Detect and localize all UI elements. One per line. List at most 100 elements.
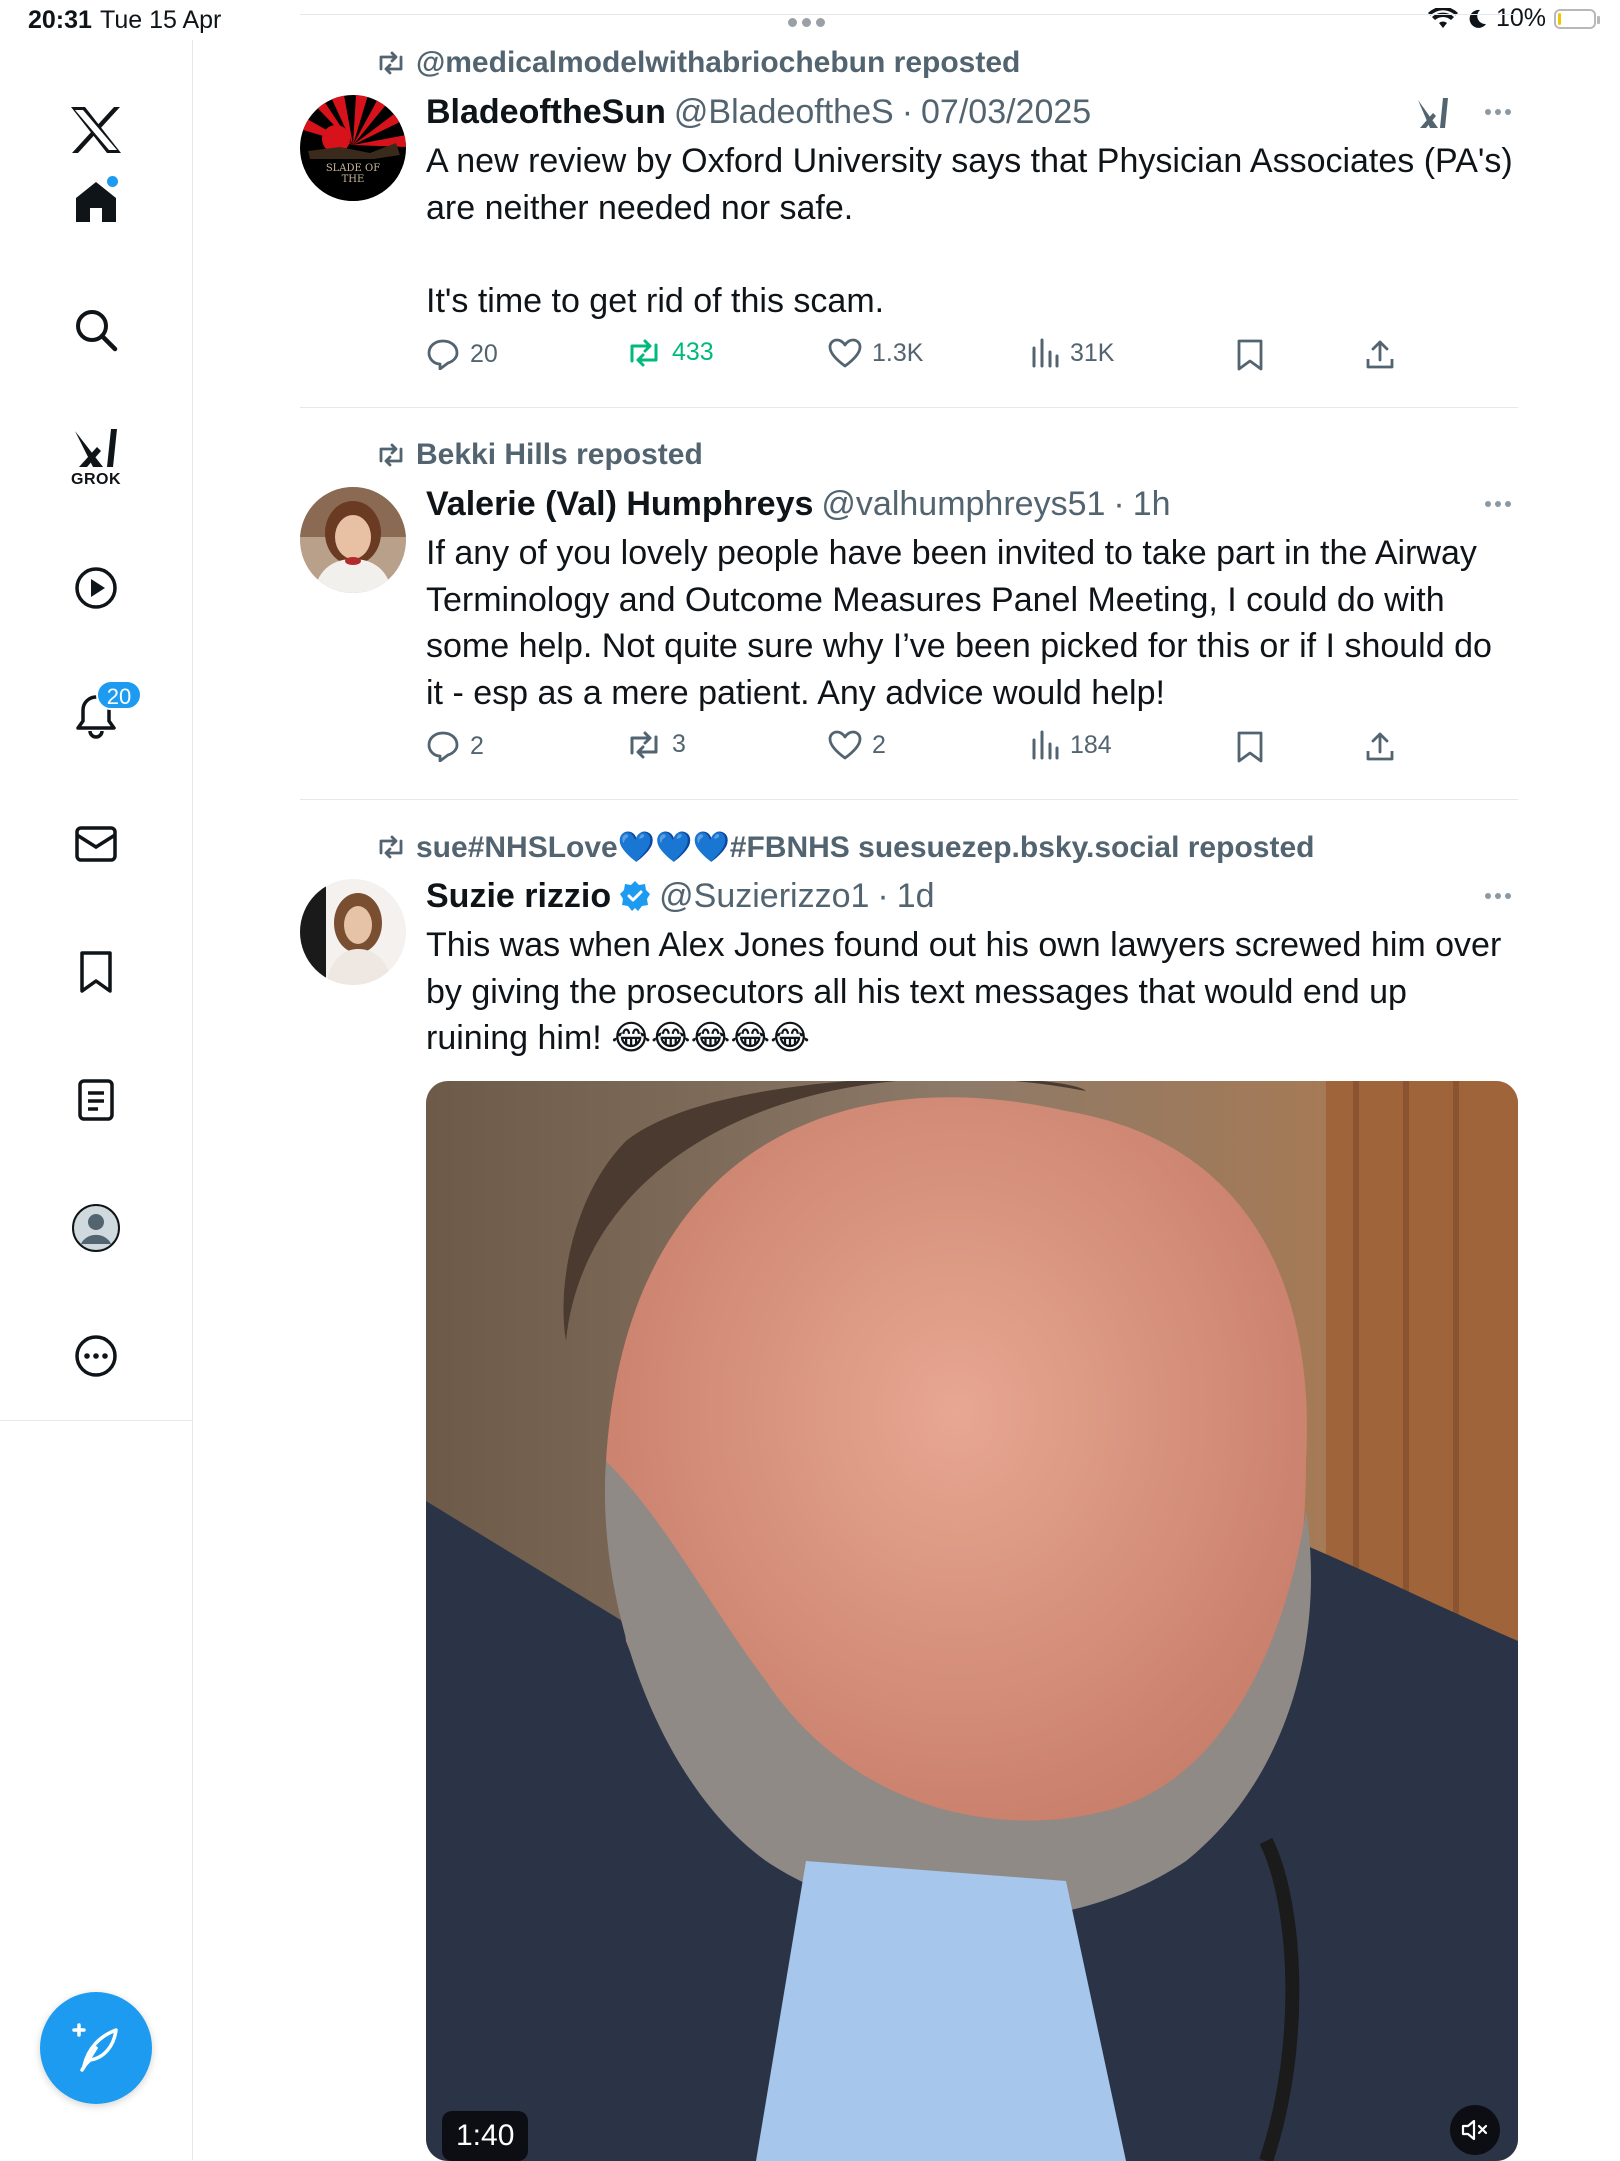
author-name[interactable]: BladeoftheSun xyxy=(426,93,666,132)
separator-dot: · xyxy=(877,876,889,915)
avatar-text: SLADE OF THE xyxy=(325,163,381,185)
reply-count: 20 xyxy=(470,339,498,368)
share-button[interactable] xyxy=(1364,338,1396,370)
status-time: 20:31 xyxy=(28,6,92,34)
like-button[interactable]: 2 xyxy=(828,730,886,760)
compose-feather-icon xyxy=(72,2023,118,2072)
tweet-divider xyxy=(300,407,1518,408)
author-handle[interactable]: @BladeoftheS xyxy=(674,93,894,132)
feed-top-divider xyxy=(300,14,1518,15)
sidebar-item-home[interactable] xyxy=(56,162,136,242)
more-circle-icon xyxy=(75,1335,117,1377)
views-button[interactable]: 31K xyxy=(1030,338,1114,368)
verified-badge-icon xyxy=(620,881,651,911)
tweet-header: Suzie rizzio @Suzierizzo1 · 1d xyxy=(426,876,935,916)
repost-count: 3 xyxy=(672,730,686,758)
sidebar-nav: GROK 20 xyxy=(0,40,193,1420)
reply-button[interactable]: 2 xyxy=(426,730,484,762)
mail-icon xyxy=(75,826,117,862)
tweet-time[interactable]: 1d xyxy=(897,877,935,916)
bar-chart-icon xyxy=(1032,730,1059,760)
x-logo-icon[interactable] xyxy=(56,90,136,170)
repost-context-text: Bekki Hills reposted xyxy=(416,438,703,471)
search-icon xyxy=(76,310,118,352)
grok-label: GROK xyxy=(71,471,121,488)
bookmark-button[interactable] xyxy=(1236,730,1264,764)
avatar[interactable]: SLADE OF THE xyxy=(300,95,406,201)
avatar[interactable] xyxy=(300,879,406,985)
mute-button[interactable] xyxy=(1450,2105,1500,2155)
repost-context[interactable]: Bekki Hills reposted xyxy=(376,437,703,473)
like-button[interactable]: 1.3K xyxy=(828,338,923,368)
author-name[interactable]: Suzie rizzio xyxy=(426,877,611,916)
reply-icon xyxy=(427,731,459,762)
author-name[interactable]: Valerie (Val) Humphreys xyxy=(426,485,813,524)
sidebar-item-grok[interactable]: GROK xyxy=(56,418,136,498)
status-bar: 20:31 Tue 15 Apr 10% xyxy=(0,0,1620,40)
sidebar-border xyxy=(192,1420,193,2160)
tweet-header: Valerie (Val) Humphreys @valhumphreys51 … xyxy=(426,484,1171,524)
sidebar-item-video[interactable] xyxy=(56,548,136,628)
sidebar-item-more[interactable] xyxy=(56,1316,136,1396)
repost-icon xyxy=(379,835,403,859)
view-count: 184 xyxy=(1070,730,1112,759)
repost-count: 433 xyxy=(672,338,714,366)
tweet-text: A new review by Oxford University says t… xyxy=(426,142,1513,320)
like-count: 1.3K xyxy=(872,338,924,367)
repost-button[interactable]: 433 xyxy=(626,338,714,367)
sidebar-item-notifications[interactable]: 20 xyxy=(56,676,142,756)
reply-button[interactable]: 20 xyxy=(426,338,498,370)
home-unread-dot xyxy=(107,176,118,187)
repost-icon xyxy=(379,443,403,467)
repost-context[interactable]: @medicalmodelwithabriochebun reposted xyxy=(376,45,1020,81)
reply-count: 2 xyxy=(470,731,484,760)
tweet-time[interactable]: 07/03/2025 xyxy=(921,93,1091,132)
more-options-icon[interactable] xyxy=(1478,102,1518,122)
list-icon xyxy=(78,1079,114,1121)
tweet-time[interactable]: 1h xyxy=(1133,485,1171,524)
profile-avatar-icon xyxy=(72,1204,120,1252)
sidebar-item-explore[interactable] xyxy=(56,290,136,370)
status-indicators: 10% xyxy=(1427,4,1600,33)
sidebar-item-lists[interactable] xyxy=(56,1060,136,1140)
avatar[interactable] xyxy=(300,487,406,593)
bookmark-icon xyxy=(1237,339,1263,371)
share-icon xyxy=(1366,340,1394,369)
more-options-icon[interactable] xyxy=(1478,886,1518,906)
grok-explain-icon[interactable] xyxy=(1416,96,1450,130)
bookmark-icon xyxy=(1237,731,1263,763)
repost-context[interactable]: sue#NHSLove💙💙💙#FBNHS suesuezep.bsky.soci… xyxy=(376,829,1314,865)
bookmark-button[interactable] xyxy=(1236,338,1264,372)
multitasking-dots-icon[interactable] xyxy=(788,14,834,27)
tweet-text: If any of you lovely people have been in… xyxy=(426,534,1492,712)
grok-icon xyxy=(75,429,117,467)
sidebar-divider xyxy=(0,1420,192,1421)
heart-icon xyxy=(828,730,862,760)
repost-button[interactable]: 3 xyxy=(626,730,686,759)
repost-icon xyxy=(630,339,658,366)
compose-button[interactable] xyxy=(40,1992,152,2104)
repost-context-text: @medicalmodelwithabriochebun reposted xyxy=(416,46,1021,79)
repost-icon xyxy=(630,731,658,758)
sidebar-item-bookmarks[interactable] xyxy=(56,932,136,1012)
video-duration: 1:40 xyxy=(442,2111,529,2161)
battery-icon xyxy=(1554,8,1600,29)
author-handle[interactable]: @valhumphreys51 xyxy=(821,485,1105,524)
sidebar-item-profile[interactable] xyxy=(56,1188,136,1268)
like-count: 2 xyxy=(872,730,886,759)
notifications-badge: 20 xyxy=(96,680,142,710)
video-player[interactable]: 1:40 xyxy=(426,1081,1518,2161)
heart-icon xyxy=(828,338,862,368)
status-date: Tue 15 Apr xyxy=(100,6,222,34)
speaker-muted-icon xyxy=(1461,2119,1488,2141)
more-options-icon[interactable] xyxy=(1478,494,1518,514)
wifi-icon xyxy=(1427,7,1458,28)
tweet-actions: 2 3 2 184 xyxy=(426,730,1518,770)
view-count: 31K xyxy=(1070,338,1115,367)
sidebar-item-messages[interactable] xyxy=(56,804,136,884)
separator-dot: · xyxy=(1113,484,1125,523)
views-button[interactable]: 184 xyxy=(1030,730,1112,760)
reply-icon xyxy=(427,339,459,370)
share-button[interactable] xyxy=(1364,730,1396,762)
author-handle[interactable]: @Suzierizzo1 xyxy=(659,877,869,916)
